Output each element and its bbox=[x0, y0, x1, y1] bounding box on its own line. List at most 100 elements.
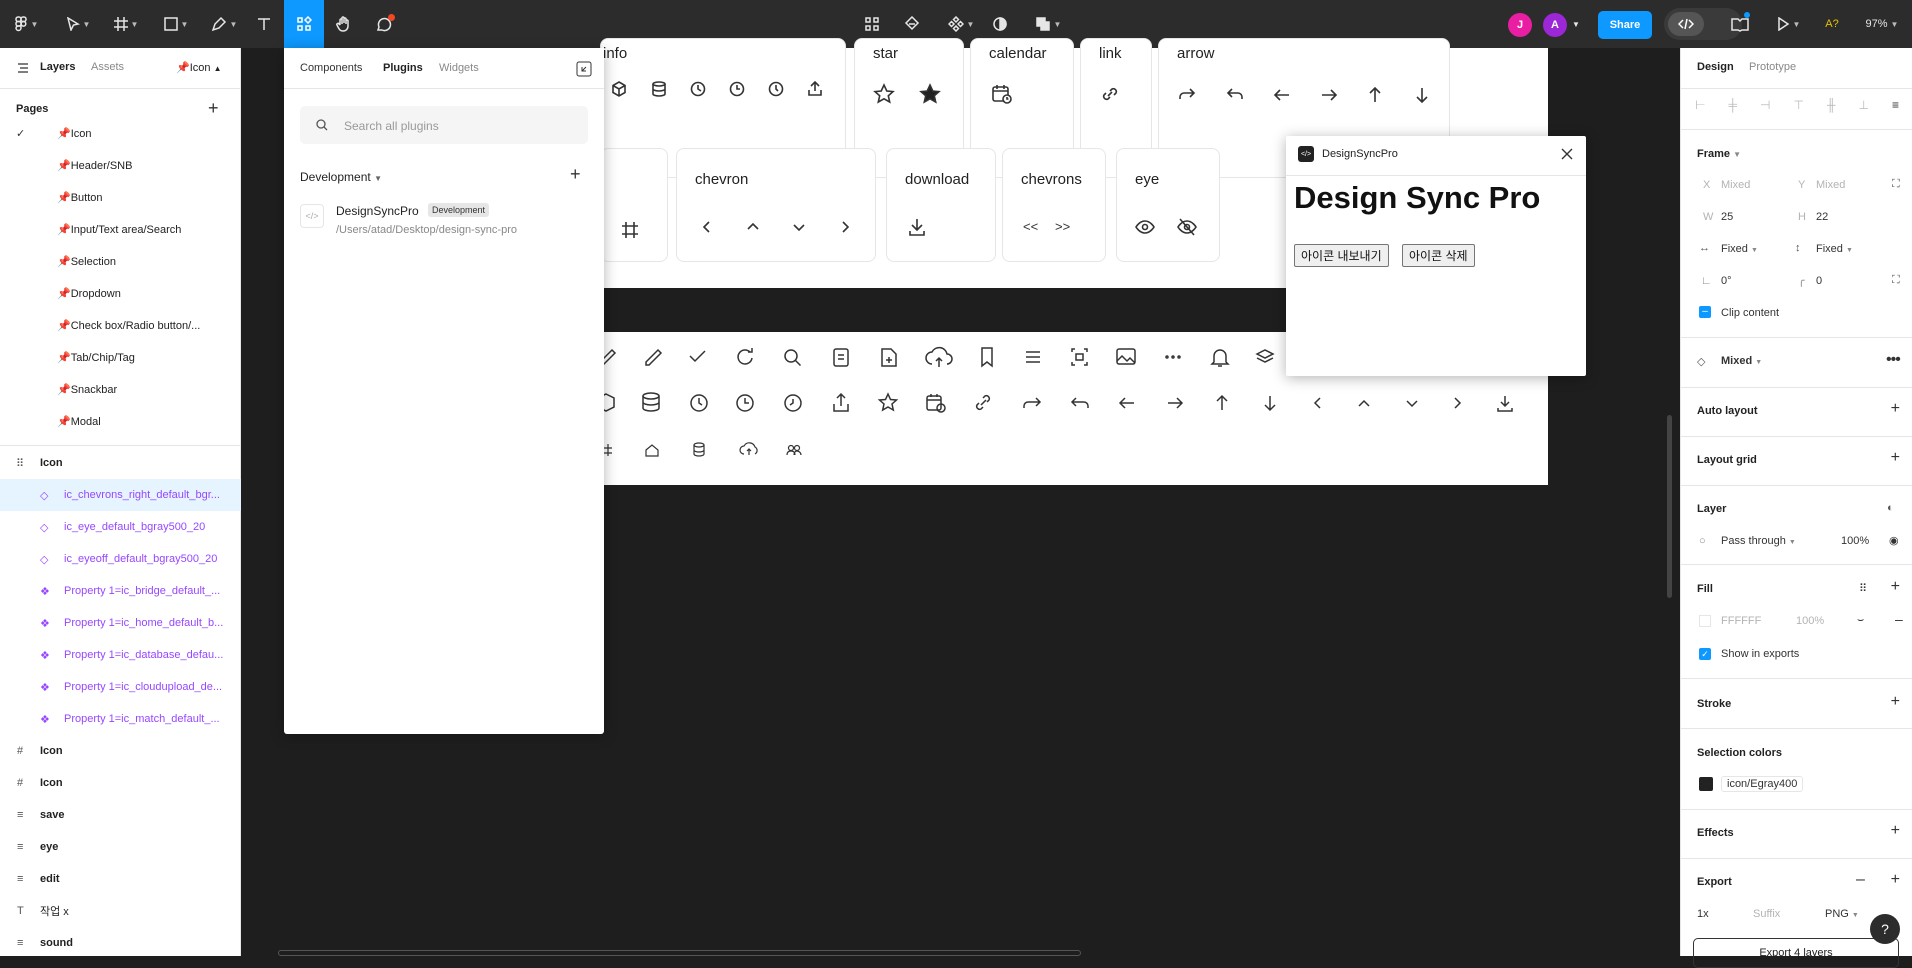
distribute-icon[interactable]: ≡ bbox=[1892, 98, 1899, 114]
layer-row[interactable]: ❖ Property 1=ic_cloudupload_de... bbox=[0, 671, 241, 703]
align-right-icon[interactable]: ⊣ bbox=[1760, 98, 1770, 114]
constraints-icon[interactable]: ⛶ bbox=[1892, 178, 1900, 191]
add-effect-button[interactable]: + bbox=[1891, 822, 1900, 840]
layer-row[interactable]: T 작업 x bbox=[0, 895, 241, 927]
page-item[interactable]: 📌Check box/Radio button/... bbox=[57, 319, 200, 332]
width-sizing-dropdown[interactable]: Fixed ▼ bbox=[1721, 243, 1758, 255]
fill-styles-icon[interactable]: ⠿ bbox=[1859, 582, 1867, 595]
plugin-item[interactable]: </> DesignSyncPro Development /Users/ata… bbox=[284, 200, 604, 250]
height-sizing-dropdown[interactable]: Fixed ▼ bbox=[1816, 243, 1853, 255]
add-layout-grid-button[interactable]: + bbox=[1891, 449, 1900, 467]
link-tool-button[interactable] bbox=[902, 10, 922, 38]
page-item[interactable]: 📌Header/SNB bbox=[57, 159, 132, 172]
ai-button[interactable]: A? bbox=[1820, 10, 1844, 38]
text-tool-button[interactable] bbox=[254, 10, 274, 38]
delete-icons-button[interactable]: 아이콘 삭제 bbox=[1402, 244, 1475, 267]
icon-group-chevrons[interactable]: chevrons << >> bbox=[1002, 148, 1106, 262]
hand-tool-button[interactable] bbox=[334, 10, 354, 38]
share-button[interactable]: Share bbox=[1598, 11, 1652, 39]
export-suffix-input[interactable]: Suffix bbox=[1753, 908, 1780, 920]
align-left-icon[interactable]: ⊢ bbox=[1695, 98, 1705, 114]
help-button[interactable]: ? bbox=[1870, 914, 1900, 944]
avatar[interactable]: J bbox=[1508, 13, 1532, 37]
x-input[interactable]: Mixed bbox=[1721, 179, 1750, 191]
eye-closed-icon[interactable]: ⌣ bbox=[1857, 614, 1864, 627]
remove-export-button[interactable]: – bbox=[1856, 871, 1865, 889]
tab-plugins[interactable]: Plugins bbox=[383, 62, 423, 74]
align-middle-icon[interactable]: ╫ bbox=[1827, 98, 1836, 114]
tab-widgets[interactable]: Widgets bbox=[439, 62, 479, 74]
add-fill-button[interactable]: + bbox=[1891, 578, 1900, 596]
icon-group-bridge[interactable] bbox=[600, 148, 668, 262]
page-item[interactable]: 📌Input/Text area/Search bbox=[57, 223, 181, 236]
layout-tool-button[interactable] bbox=[862, 10, 882, 38]
selection-color-swatch[interactable] bbox=[1699, 777, 1713, 791]
move-tool-button[interactable]: ▼ bbox=[60, 10, 96, 38]
layer-row[interactable]: ◇ ic_chevrons_right_default_bgr... bbox=[0, 479, 241, 511]
mask-icon[interactable]: ◐ bbox=[1887, 502, 1894, 514]
avatars-dropdown[interactable]: ▼ bbox=[1570, 10, 1582, 38]
frame-dropdown[interactable]: Frame ▼ bbox=[1697, 148, 1741, 160]
section-development[interactable]: Development ▼ bbox=[300, 170, 382, 184]
layer-opacity-input[interactable]: 100% bbox=[1841, 535, 1869, 547]
layer-row[interactable]: ◇ ic_eyeoff_default_bgray500_20 bbox=[0, 543, 241, 575]
add-plugin-button[interactable]: + bbox=[570, 164, 581, 185]
layer-row[interactable]: ❖ Property 1=ic_database_defau... bbox=[0, 639, 241, 671]
tab-assets[interactable]: Assets bbox=[91, 61, 124, 73]
radius-input[interactable]: 0 bbox=[1816, 275, 1822, 287]
independent-corners-icon[interactable]: ⛶ bbox=[1892, 274, 1900, 287]
fill-swatch[interactable] bbox=[1699, 615, 1711, 627]
frame-tool-button[interactable]: ▼ bbox=[108, 10, 144, 38]
canvas-vertical-scrollbar[interactable] bbox=[1667, 415, 1672, 598]
y-input[interactable]: Mixed bbox=[1816, 179, 1845, 191]
present-button[interactable]: ▼ bbox=[1772, 10, 1804, 38]
width-input[interactable]: 25 bbox=[1721, 211, 1733, 223]
page-item[interactable]: 📌Dropdown bbox=[57, 287, 121, 300]
pen-tool-button[interactable]: ▼ bbox=[206, 10, 242, 38]
page-item[interactable]: 📌Selection bbox=[57, 255, 116, 268]
library-button[interactable] bbox=[1728, 10, 1752, 38]
layer-row[interactable]: # Icon bbox=[0, 735, 241, 767]
align-bottom-icon[interactable]: ⊥ bbox=[1858, 98, 1868, 114]
instance-dropdown[interactable]: Mixed ▼ bbox=[1721, 355, 1762, 367]
layer-row[interactable]: # Icon bbox=[0, 767, 241, 799]
layer-row[interactable]: ◇ ic_eye_default_bgray500_20 bbox=[0, 511, 241, 543]
tab-layers[interactable]: Layers bbox=[40, 61, 75, 73]
export-icons-button[interactable]: 아이콘 내보내기 bbox=[1294, 244, 1389, 267]
shape-tool-button[interactable]: ▼ bbox=[158, 10, 194, 38]
tab-prototype[interactable]: Prototype bbox=[1749, 61, 1796, 73]
fill-hex-input[interactable]: FFFFFF bbox=[1721, 615, 1761, 627]
add-stroke-button[interactable]: + bbox=[1891, 693, 1900, 711]
add-auto-layout-button[interactable]: + bbox=[1891, 400, 1900, 418]
layer-row[interactable]: ❖ Property 1=ic_bridge_default_... bbox=[0, 575, 241, 607]
boolean-tool-button[interactable]: ▼ bbox=[1030, 10, 1066, 38]
page-item[interactable]: 📌Icon bbox=[57, 127, 92, 140]
add-export-button[interactable]: + bbox=[1891, 871, 1900, 889]
zoom-dropdown[interactable]: 97% ▼ bbox=[1856, 10, 1908, 38]
icon-group-eye[interactable]: eye bbox=[1116, 148, 1220, 262]
page-item[interactable]: 📌Modal bbox=[57, 415, 101, 428]
selection-color-style[interactable]: icon/Egray400 bbox=[1721, 776, 1804, 792]
tab-design[interactable]: Design bbox=[1697, 61, 1734, 73]
export-layers-button[interactable]: Export 4 layers bbox=[1693, 938, 1899, 968]
layer-row[interactable]: ≡ edit bbox=[0, 863, 241, 895]
height-input[interactable]: 22 bbox=[1816, 211, 1828, 223]
layer-row[interactable]: ≡ save bbox=[0, 799, 241, 831]
clip-content-checkbox[interactable]: – bbox=[1699, 306, 1711, 318]
search-input[interactable]: Search all plugins bbox=[300, 106, 588, 144]
close-icon[interactable] bbox=[1560, 147, 1574, 161]
add-page-button[interactable]: + bbox=[208, 98, 219, 119]
avatar[interactable]: A bbox=[1543, 13, 1567, 37]
page-item[interactable]: 📌Button bbox=[57, 191, 103, 204]
canvas-horizontal-scrollbar[interactable] bbox=[278, 950, 1081, 956]
icon-group-download[interactable]: download bbox=[886, 148, 996, 262]
component-tool-button[interactable]: ▼ bbox=[944, 10, 978, 38]
blend-mode-dropdown[interactable]: Pass through ▼ bbox=[1721, 535, 1796, 547]
align-center-h-icon[interactable]: ╪ bbox=[1728, 98, 1737, 114]
export-scale-input[interactable]: 1x bbox=[1697, 908, 1709, 920]
icon-group-chevron[interactable]: chevron bbox=[676, 148, 876, 262]
more-options-icon[interactable]: ••• bbox=[1886, 351, 1901, 369]
align-top-icon[interactable]: ⊤ bbox=[1793, 98, 1803, 114]
layer-row[interactable]: ≡ eye bbox=[0, 831, 241, 863]
export-format-dropdown[interactable]: PNG ▼ bbox=[1825, 908, 1859, 920]
